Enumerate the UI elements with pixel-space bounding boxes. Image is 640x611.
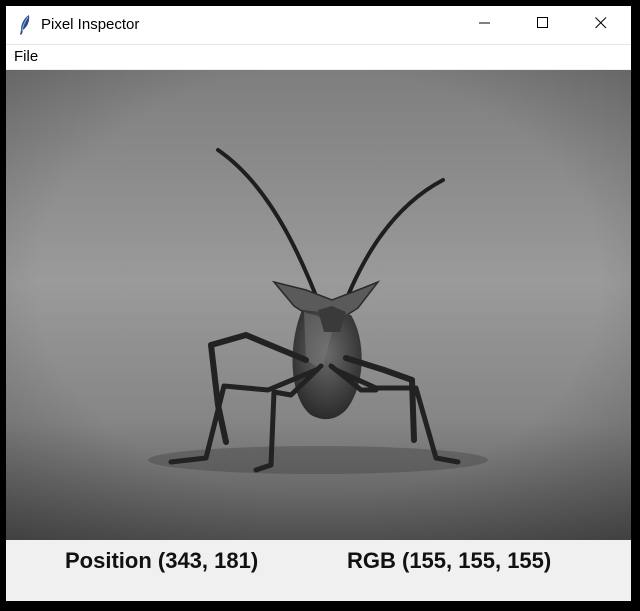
title-bar[interactable]: Pixel Inspector [6,6,631,44]
maximize-button[interactable] [514,6,572,44]
feather-icon [18,14,32,36]
image-canvas[interactable] [6,70,631,540]
status-bar: Position (343, 181) RGB (155, 155, 155) [6,540,631,601]
rgb-readout: RGB (155, 155, 155) [347,548,552,573]
minimize-icon [479,16,491,34]
menu-file[interactable]: File [14,48,38,65]
close-icon [595,16,607,34]
minimize-button[interactable] [456,6,514,44]
close-button[interactable] [572,6,630,44]
app-window: Pixel Inspector File Position (343, 181)… [6,6,631,601]
window-title: Pixel Inspector [41,16,140,33]
insect-photo [6,70,631,540]
position-readout: Position (343, 181) [65,548,259,573]
maximize-icon [537,16,549,34]
menu-bar: File [6,44,631,69]
